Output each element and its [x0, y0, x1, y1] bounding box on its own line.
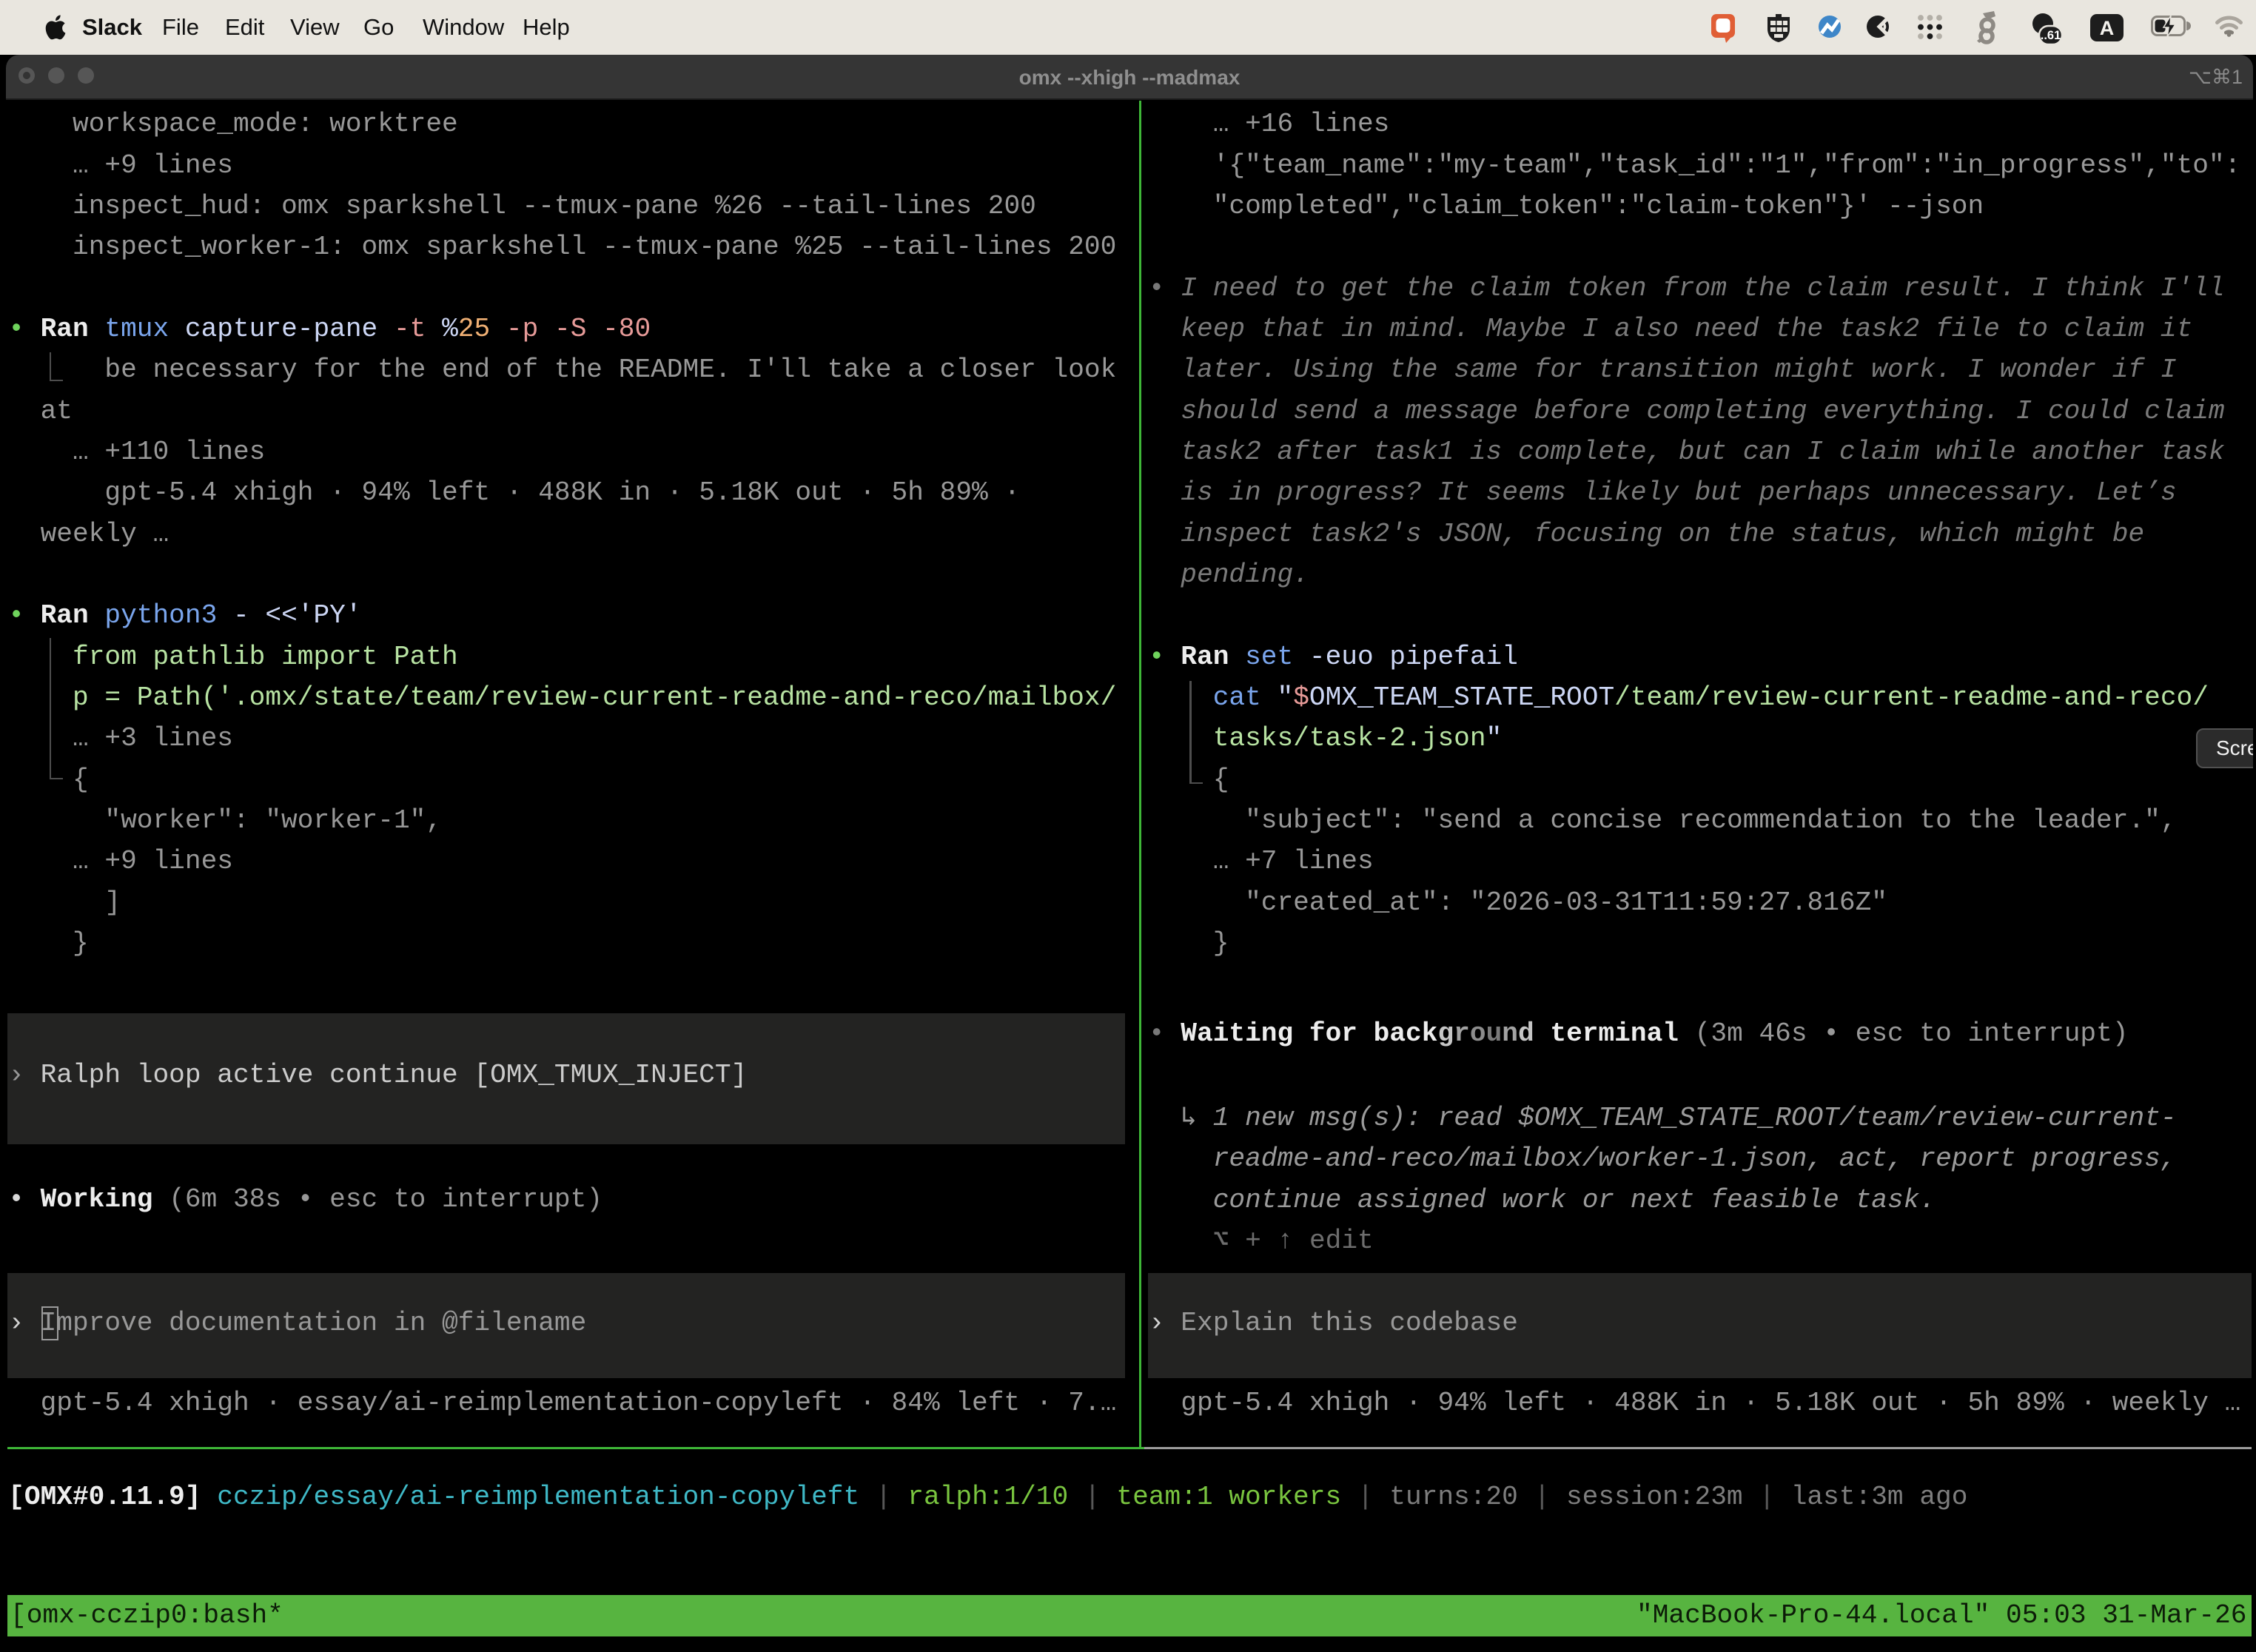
svg-text:A: A [2100, 17, 2115, 39]
svg-text:..61: ..61 [2041, 29, 2061, 42]
